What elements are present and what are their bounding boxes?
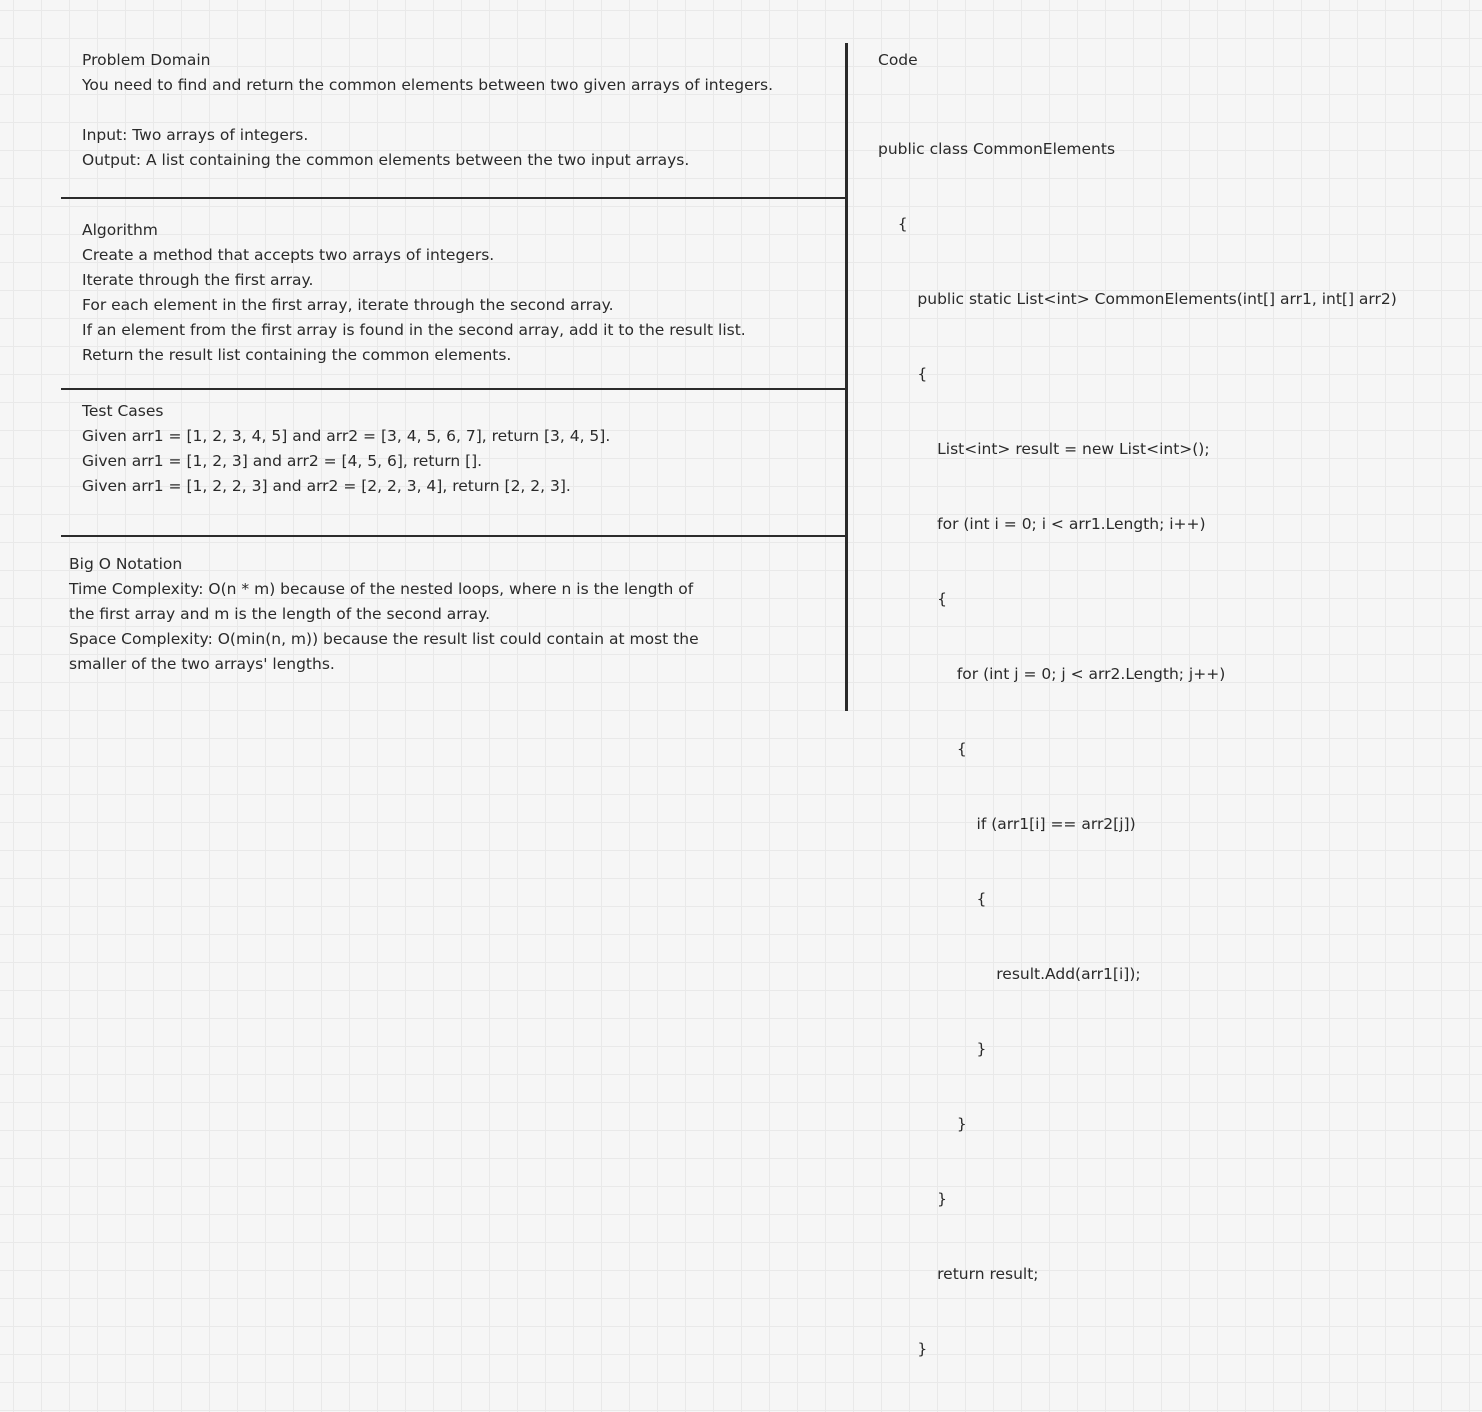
whiteboard-canvas: Problem Domain You need to find and retu… [0,0,1482,1358]
big-o-line: the first array and m is the length of t… [69,605,491,623]
problem-domain-title: Problem Domain [82,51,211,69]
code-line: { [878,740,967,758]
big-o-title: Big O Notation [69,555,183,573]
code-line: } [878,1340,928,1358]
code-line: { [878,890,987,908]
code-line: for (int j = 0; j < arr2.Length; j++) [878,665,1226,683]
section-divider [61,388,846,390]
big-o-line: Time Complexity: O(n * m) because of the… [69,580,694,598]
algorithm-section: Algorithm Create a method that accepts t… [82,218,746,368]
code-line: public static List<int> CommonElements(i… [878,290,1397,308]
section-divider [61,535,846,537]
big-o-line: Space Complexity: O(min(n, m)) because t… [69,630,699,648]
algorithm-step: Iterate through the first array. [82,271,314,289]
problem-domain-description: You need to find and return the common e… [82,76,773,94]
test-case: Given arr1 = [1, 2, 2, 3] and arr2 = [2,… [82,477,571,495]
code-line: { [878,215,908,233]
code-block: public class CommonElements { public sta… [878,87,1397,1412]
column-divider [845,43,848,711]
code-title: Code [878,51,918,69]
algorithm-title: Algorithm [82,221,158,239]
code-line: } [878,1190,947,1208]
big-o-section: Big O Notation Time Complexity: O(n * m)… [69,552,699,677]
code-line: { [878,590,947,608]
problem-domain-input: Input: Two arrays of integers. [82,126,309,144]
section-divider [61,197,846,199]
problem-domain-section: Problem Domain You need to find and retu… [82,48,773,173]
test-case: Given arr1 = [1, 2, 3] and arr2 = [4, 5,… [82,452,483,470]
code-line: result.Add(arr1[i]); [878,965,1141,983]
algorithm-step: For each element in the first array, ite… [82,296,614,314]
test-cases-section: Test Cases Given arr1 = [1, 2, 3, 4, 5] … [82,399,610,499]
problem-domain-output: Output: A list containing the common ele… [82,151,690,169]
test-case: Given arr1 = [1, 2, 3, 4, 5] and arr2 = … [82,427,611,445]
code-line: List<int> result = new List<int>(); [878,440,1210,458]
code-line: } [878,1115,967,1133]
algorithm-step: Return the result list containing the co… [82,346,512,364]
code-line: } [878,1040,987,1058]
code-line: return result; [878,1265,1039,1283]
code-line: public class CommonElements [878,140,1116,158]
algorithm-step: Create a method that accepts two arrays … [82,246,495,264]
algorithm-step: If an element from the first array is fo… [82,321,746,339]
test-cases-title: Test Cases [82,402,164,420]
code-line: { [878,365,928,383]
code-line: if (arr1[i] == arr2[j]) [878,815,1136,833]
big-o-line: smaller of the two arrays' lengths. [69,655,335,673]
code-line: for (int i = 0; i < arr1.Length; i++) [878,515,1206,533]
